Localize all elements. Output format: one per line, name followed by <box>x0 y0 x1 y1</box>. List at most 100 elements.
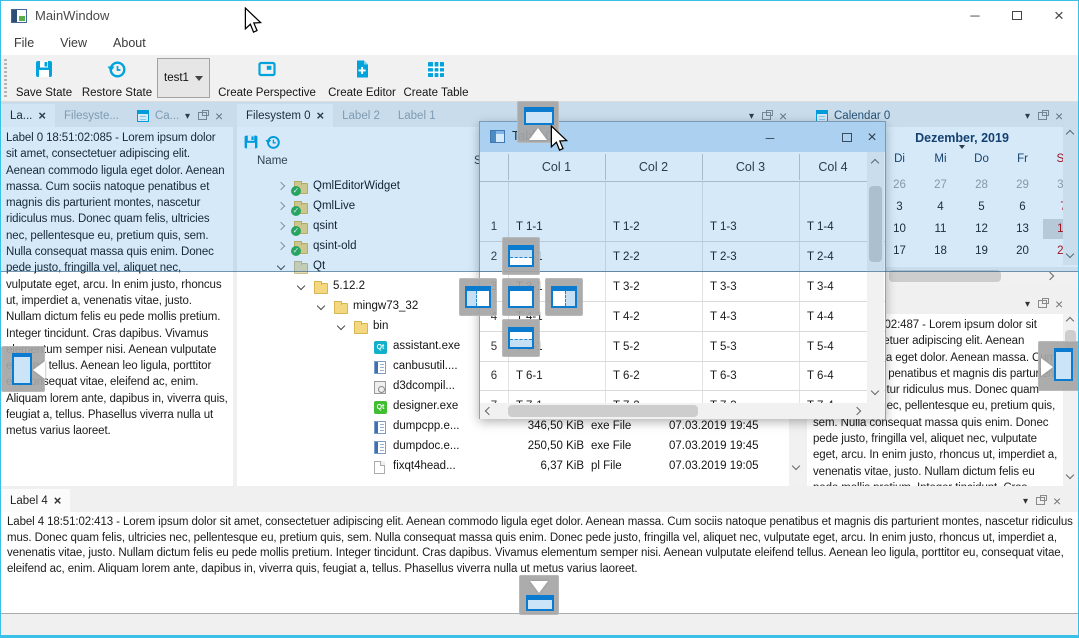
table-row[interactable]: 6T 6-1T 6-2T 6-3T 6-4 <box>480 362 885 391</box>
document-file-icon <box>374 441 386 454</box>
arrow-left-icon <box>33 361 45 379</box>
arrow-up-icon <box>529 128 547 140</box>
dock-float-icon[interactable] <box>1038 300 1047 308</box>
drop-right-indicator[interactable] <box>545 278 583 316</box>
drop-edge-bottom-indicator[interactable] <box>519 575 559 615</box>
drop-edge-right-indicator[interactable] <box>1038 341 1079 391</box>
collapse-icon[interactable] <box>317 302 325 310</box>
qt-designer-icon: Qt <box>374 401 387 414</box>
file-type: pl File <box>591 460 622 472</box>
dock-close-icon[interactable]: × <box>1053 496 1061 506</box>
drop-bottom-indicator[interactable] <box>502 319 540 357</box>
table-cell[interactable]: T 6-2 <box>605 362 702 390</box>
table-row[interactable]: 3T 3-1T 3-2T 3-3T 3-4 <box>480 272 885 302</box>
scroll-left-icon[interactable] <box>486 408 492 414</box>
label4-dock-buttons: ▾ × <box>1023 493 1071 509</box>
mouse-cursor <box>244 7 262 39</box>
scrollbar-thumb[interactable] <box>508 405 698 417</box>
maximize-icon <box>1012 11 1022 20</box>
menu-item-file[interactable]: File <box>1 36 47 50</box>
tab-label-4[interactable]: Label 4 × <box>1 489 70 512</box>
scroll-down-icon[interactable] <box>872 388 878 394</box>
table-cell[interactable]: T 6-1 <box>508 362 605 390</box>
table-cell[interactable]: T 7-3 <box>702 391 799 403</box>
create-table-label: Create Table <box>404 87 469 99</box>
tab-close-icon[interactable]: × <box>54 496 62 506</box>
perspective-combo-value: test1 <box>164 72 189 84</box>
drop-edge-top-icon <box>524 107 554 125</box>
table-cell[interactable]: T 4-2 <box>605 302 702 331</box>
tree-item-label: mingw73_32 <box>353 300 418 312</box>
drop-top-indicator[interactable] <box>502 237 540 275</box>
drop-center-indicator[interactable] <box>502 278 540 316</box>
table-cell[interactable]: T 3-4 <box>799 272 867 301</box>
table-hscrollbar[interactable] <box>480 403 885 419</box>
tree-row[interactable]: dumpdoc.e...250,50 KiBexe File07.03.2019… <box>237 437 789 457</box>
chevron-down-icon <box>195 76 203 81</box>
status-bar <box>1 613 1078 636</box>
table-cell[interactable]: T 3-2 <box>605 272 702 301</box>
tree-row[interactable]: fixqt4head...6,37 KiBpl File07.03.2019 1… <box>237 457 789 477</box>
arrow-down-icon <box>530 581 548 593</box>
scroll-down-icon[interactable] <box>1067 472 1073 478</box>
main-window: MainWindow ─ × FileViewAbout Save State … <box>0 0 1079 638</box>
label5-vscrollbar[interactable] <box>1063 314 1078 486</box>
title-bar[interactable]: MainWindow ─ × <box>1 1 1078 31</box>
create-editor-button[interactable]: Create Editor <box>324 57 400 100</box>
scroll-right-icon[interactable] <box>854 408 860 414</box>
save-state-button[interactable]: Save State <box>11 57 77 100</box>
app-icon <box>11 9 27 23</box>
scroll-down-icon[interactable] <box>793 463 799 469</box>
label4-dock-tabbar: Label 4 × <box>1 489 1021 512</box>
table-cell[interactable]: T 6-3 <box>702 362 799 390</box>
table-cell[interactable]: T 6-4 <box>799 362 867 390</box>
table-cell[interactable]: T 7-1 <box>508 391 605 403</box>
drop-center-icon <box>508 286 534 308</box>
table-cell[interactable]: T 5-3 <box>702 332 799 361</box>
menu-item-view[interactable]: View <box>47 36 100 50</box>
history-restore-icon <box>107 59 127 84</box>
table-row[interactable]: 5T 5-1T 5-2T 5-3T 5-4 <box>480 332 885 362</box>
menu-item-about[interactable]: About <box>100 36 159 50</box>
table-row[interactable]: 4T 4-1T 4-2T 4-3T 4-4 <box>480 302 885 332</box>
table-cell[interactable]: T 7-2 <box>605 391 702 403</box>
close-button[interactable]: × <box>1038 1 1079 30</box>
restore-state-label: Restore State <box>82 87 152 99</box>
table-cell[interactable]: T 5-4 <box>799 332 867 361</box>
perspective-combo[interactable]: test1 <box>157 58 210 98</box>
restore-state-button[interactable]: Restore State <box>81 57 153 100</box>
document-file-icon <box>374 361 386 374</box>
scroll-right-icon[interactable] <box>1047 273 1053 279</box>
dock-menu-icon[interactable]: ▾ <box>1023 496 1028 507</box>
maximize-button[interactable] <box>996 1 1038 30</box>
drop-left-icon <box>465 286 491 308</box>
table-cell[interactable]: T 3-3 <box>702 272 799 301</box>
drop-edge-left-icon <box>12 353 32 385</box>
collapse-icon[interactable] <box>337 322 345 330</box>
collapse-icon[interactable] <box>297 282 305 290</box>
folder-icon <box>314 283 328 294</box>
tree-item-label: 5.12.2 <box>333 280 365 292</box>
tree-row[interactable]: dumpcpp.e...346,50 KiBexe File07.03.2019… <box>237 417 789 437</box>
drop-bottom-icon <box>508 327 534 349</box>
dock-float-icon[interactable] <box>1036 497 1045 505</box>
dock-close-icon[interactable]: × <box>1055 299 1063 309</box>
tree-item-label: dumpdoc.e... <box>393 440 459 452</box>
create-table-button[interactable]: Create Table <box>404 57 468 100</box>
file-modified: 07.03.2019 19:45 <box>669 420 759 432</box>
table-cell[interactable]: T 4-3 <box>702 302 799 331</box>
dock-menu-icon[interactable]: ▾ <box>1025 299 1030 310</box>
file-size: 6,37 KiB <box>467 460 584 472</box>
table-cell[interactable]: T 4-4 <box>799 302 867 331</box>
minimize-button[interactable]: ─ <box>954 1 996 30</box>
create-perspective-button[interactable]: Create Perspective <box>214 57 320 100</box>
scroll-up-icon[interactable] <box>1067 318 1073 324</box>
file-type: exe File <box>591 420 631 432</box>
drop-left-indicator[interactable] <box>459 278 497 316</box>
table-cell[interactable]: T 5-2 <box>605 332 702 361</box>
table-row[interactable]: 7T 7-1T 7-2T 7-3T 7-4 <box>480 391 885 403</box>
table-cell[interactable]: T 7-4 <box>799 391 867 403</box>
toolbar-handle[interactable] <box>4 59 7 97</box>
tree-item-label: designer.exe <box>393 400 458 412</box>
drop-edge-left-indicator[interactable] <box>1 346 45 392</box>
